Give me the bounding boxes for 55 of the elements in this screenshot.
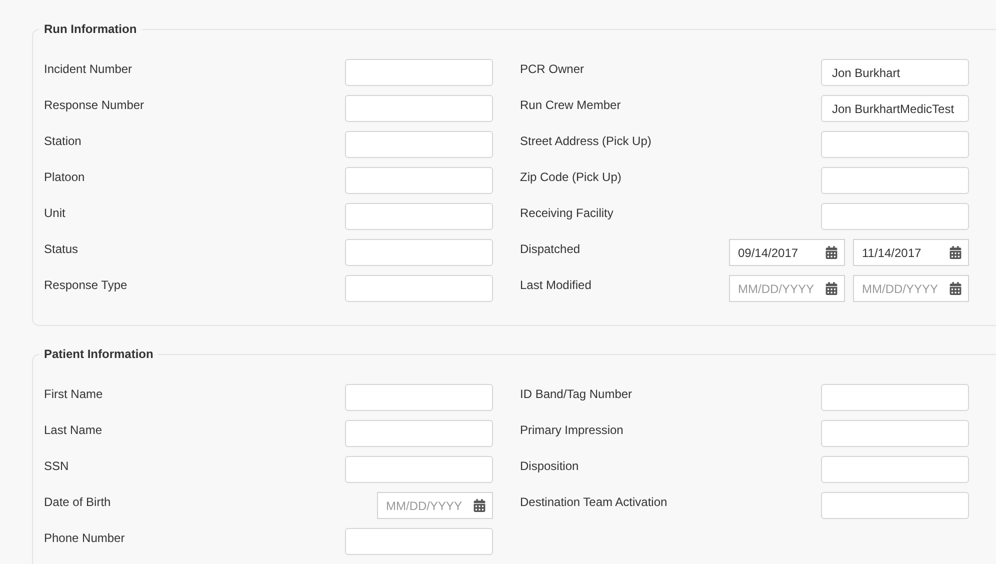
field-label: Disposition [520, 458, 579, 473]
date-field[interactable]: MM/DD/YYYY [729, 275, 845, 302]
calendar-icon[interactable] [949, 282, 962, 295]
field-label: Zip Code (Pick Up) [520, 169, 622, 184]
text-field[interactable] [821, 131, 969, 158]
text-field[interactable] [345, 420, 493, 447]
text-field[interactable] [345, 456, 493, 483]
text-field[interactable] [821, 456, 969, 483]
date-field[interactable]: MM/DD/YYYY [853, 275, 969, 302]
field-label: Status [44, 241, 78, 256]
section-title: Run Information [43, 22, 138, 36]
field-label: Response Number [44, 97, 144, 112]
field-label: SSN [44, 458, 69, 473]
calendar-icon[interactable] [949, 246, 962, 259]
text-field[interactable] [345, 203, 493, 230]
text-field[interactable] [345, 528, 493, 555]
field-label: Dispatched [520, 241, 580, 256]
field-label: First Name [44, 386, 103, 401]
text-field[interactable] [345, 239, 493, 266]
text-field[interactable] [345, 95, 493, 122]
field-label: Unit [44, 205, 66, 220]
text-field[interactable] [821, 167, 969, 194]
field-label: Phone Number [44, 530, 125, 545]
date-field[interactable]: MM/DD/YYYY [377, 492, 493, 519]
field-label: Station [44, 133, 82, 148]
field-label: Last Modified [520, 277, 592, 292]
calendar-icon[interactable] [473, 499, 486, 512]
field-label: Run Crew Member [520, 97, 621, 112]
date-field[interactable]: 11/14/2017 [853, 239, 969, 266]
text-field[interactable] [345, 131, 493, 158]
field-label: Primary Impression [520, 422, 624, 437]
text-field[interactable] [821, 420, 969, 447]
text-field[interactable] [821, 492, 969, 519]
text-field[interactable] [345, 384, 493, 411]
text-field[interactable] [345, 275, 493, 302]
text-field[interactable] [821, 384, 969, 411]
field-label: Destination Team Activation [520, 494, 668, 509]
field-label: ID Band/Tag Number [520, 386, 632, 401]
date-field[interactable]: 09/14/2017 [729, 239, 845, 266]
calendar-icon[interactable] [825, 282, 838, 295]
field-label: PCR Owner [520, 61, 584, 76]
text-field[interactable]: Jon BurkhartMedicTest [821, 95, 969, 122]
text-field[interactable] [345, 167, 493, 194]
field-label: Street Address (Pick Up) [520, 133, 652, 148]
field-label: Response Type [44, 277, 128, 292]
calendar-icon[interactable] [825, 246, 838, 259]
field-label: Incident Number [44, 61, 132, 76]
field-label: Platoon [44, 169, 85, 184]
text-field[interactable] [821, 203, 969, 230]
section-title: Patient Information [43, 347, 154, 361]
field-label: Receiving Facility [520, 205, 614, 220]
text-field[interactable]: Jon Burkhart [821, 59, 969, 86]
field-label: Date of Birth [44, 494, 111, 509]
text-field[interactable] [345, 59, 493, 86]
field-label: Last Name [44, 422, 102, 437]
